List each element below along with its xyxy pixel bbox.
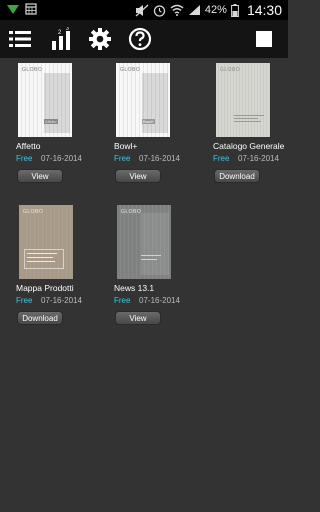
battery-percent: 42%: [204, 4, 227, 16]
notification-wifi-icon: [7, 5, 19, 14]
svg-text:3: 3: [66, 27, 69, 32]
cover-brand: GLOBO: [22, 67, 43, 73]
item-date: 07-16-2014: [139, 154, 180, 163]
item-title: Mappa Prodotti: [16, 283, 74, 293]
gear-icon: [89, 28, 111, 50]
status-bar: 42% 14:30: [0, 0, 288, 20]
item-date: 07-16-2014: [41, 154, 82, 163]
wifi-icon: [170, 4, 184, 16]
download-button[interactable]: Download: [17, 311, 63, 325]
item-date: 07-16-2014: [41, 296, 82, 305]
signal-icon: [188, 5, 200, 15]
item-date: 07-16-2014: [139, 296, 180, 305]
stop-icon: [256, 31, 272, 47]
cover-caption: Bowl+: [142, 119, 156, 124]
download-button[interactable]: Download: [214, 169, 260, 183]
cover-brand: GLOBO: [23, 209, 44, 215]
item-title: Catalogo Generale: [213, 141, 285, 151]
cover-brand: GLOBO: [121, 209, 142, 215]
item-price: Free: [16, 154, 33, 163]
help-icon: [128, 27, 152, 51]
stop-button[interactable]: [249, 24, 279, 54]
svg-text:2: 2: [58, 30, 62, 36]
item-price: Free: [16, 296, 33, 305]
cover-brand: GLOBO: [220, 67, 241, 73]
cover-image[interactable]: GLOBO Affetto: [18, 63, 72, 137]
stats-icon: 2 3: [52, 27, 70, 50]
calendar-icon: [25, 3, 37, 15]
toolbar: 2 3: [0, 20, 288, 58]
cover-image[interactable]: GLOBO: [19, 205, 73, 279]
list-button[interactable]: [5, 24, 35, 54]
view-button[interactable]: View: [115, 311, 161, 325]
cover-image[interactable]: GLOBO: [216, 63, 270, 137]
cover-brand: GLOBO: [120, 67, 141, 73]
item-title: Bowl+: [114, 141, 138, 151]
list-icon: [9, 31, 31, 47]
item-price: Free: [114, 154, 131, 163]
cover-image[interactable]: GLOBO Bowl+: [116, 63, 170, 137]
mute-icon: [135, 4, 149, 16]
item-title: News 13.1: [114, 283, 155, 293]
stats-button[interactable]: 2 3: [46, 24, 76, 54]
alarm-icon: [153, 4, 166, 17]
help-button[interactable]: [125, 24, 155, 54]
cover-image[interactable]: GLOBO: [117, 205, 171, 279]
settings-button[interactable]: [85, 24, 115, 54]
view-button[interactable]: View: [115, 169, 161, 183]
item-title: Affetto: [16, 141, 41, 151]
item-price: Free: [213, 154, 230, 163]
item-price: Free: [114, 296, 131, 305]
clock: 14:30: [246, 2, 282, 18]
battery-icon: [231, 3, 239, 17]
item-date: 07-16-2014: [238, 154, 279, 163]
view-button[interactable]: View: [17, 169, 63, 183]
